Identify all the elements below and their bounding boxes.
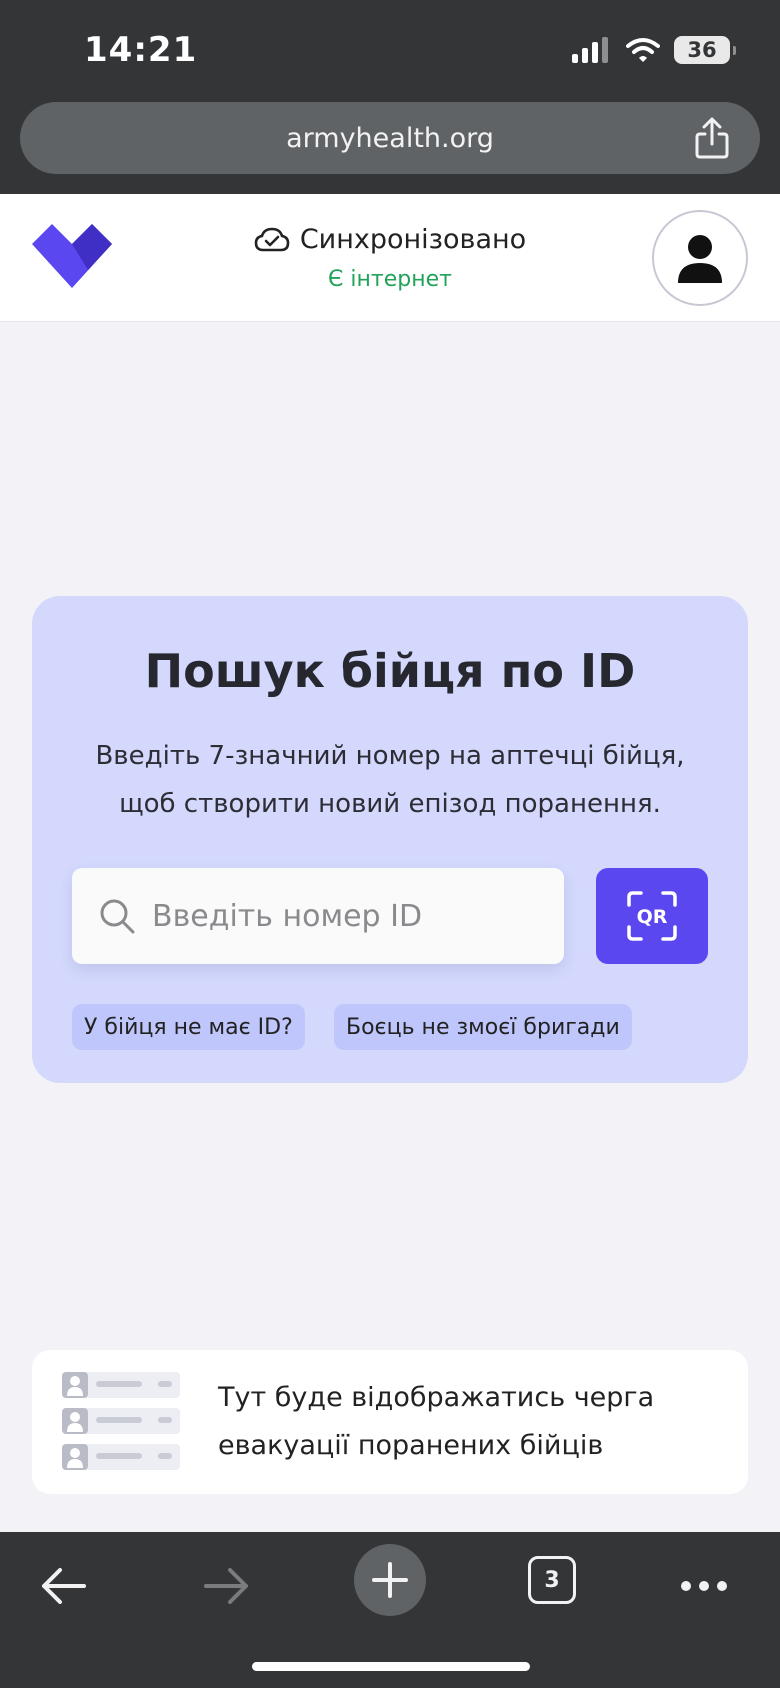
home-indicator[interactable] [252,1662,530,1671]
search-input[interactable] [152,898,552,934]
battery-icon: 36 [674,36,736,64]
sync-status: Синхронізовано Є інтернет [190,224,590,292]
other-brigade-chip[interactable]: Боєць не змоєї бригади [334,1004,632,1050]
signal-icon [572,37,608,63]
logo-icon[interactable] [30,224,114,290]
card-description: Введіть 7-значний номер на аптечці бійця… [95,741,685,819]
qr-scan-icon: QR [627,891,677,941]
qr-scan-button[interactable]: QR [596,868,708,964]
share-icon[interactable] [692,116,732,160]
more-dots-icon [681,1581,727,1591]
wifi-icon [626,38,660,62]
search-box[interactable] [72,868,564,964]
arrow-left-icon [42,1568,86,1604]
queue-list-icon [62,1372,180,1470]
forward-button[interactable] [198,1558,254,1614]
queue-placeholder-text: Тут буде відображатись черга евакуації п… [218,1382,655,1461]
back-button[interactable] [36,1558,92,1614]
browser-url-area: armyhealth.org [0,100,780,194]
new-tab-button[interactable] [354,1544,426,1616]
battery-level: 36 [687,38,717,62]
arrow-right-icon [204,1568,248,1604]
plus-icon [372,1562,408,1598]
url-bar[interactable]: armyhealth.org [20,102,760,174]
user-icon [678,235,722,283]
tabs-button[interactable]: 3 [528,1556,576,1604]
connection-status: Є інтернет [328,267,452,292]
search-card: Пошук бійця по ID Введіть 7-значний номе… [32,596,748,1083]
status-time: 14:21 [84,30,198,70]
profile-avatar-button[interactable] [652,210,748,306]
cloud-check-icon [254,227,290,251]
more-menu-button[interactable] [676,1558,732,1614]
qr-label: QR [637,906,668,928]
url-text: armyhealth.org [286,122,494,154]
status-icons: 36 [572,36,736,64]
sync-status-label: Синхронізовано [299,224,527,255]
status-bar: 14:21 36 [0,0,780,100]
app-header: Синхронізовано Є інтернет [0,194,780,322]
evacuation-queue-card: Тут буде відображатись черга евакуації п… [32,1350,748,1494]
card-title: Пошук бійця по ID [144,644,636,698]
no-id-chip[interactable]: У бійця не має ID? [72,1004,305,1050]
search-icon [100,899,135,934]
tabs-count: 3 [544,1567,560,1593]
